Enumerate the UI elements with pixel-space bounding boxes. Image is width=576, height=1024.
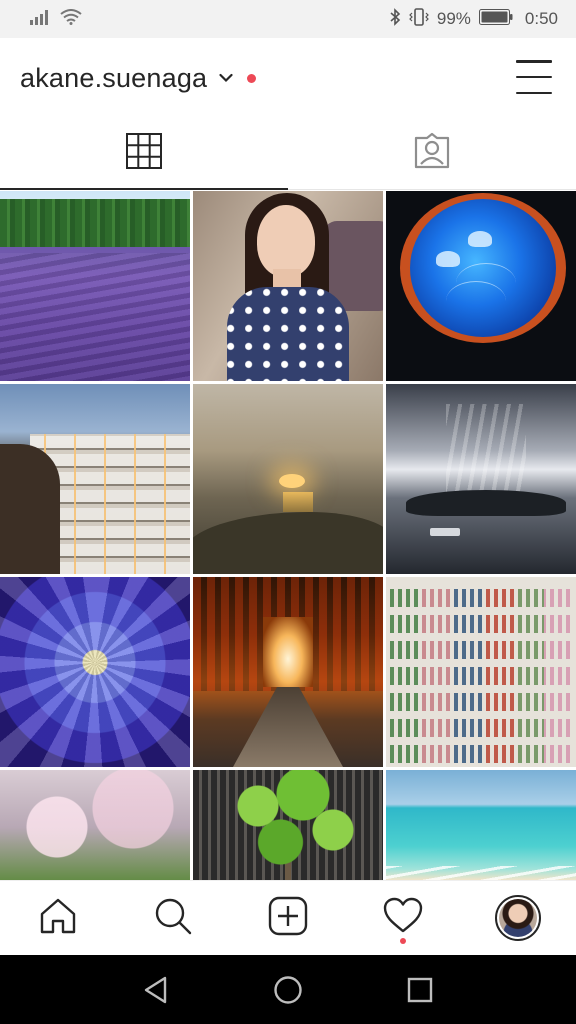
photo-clouds-island[interactable] xyxy=(386,384,576,574)
activity-heart-icon xyxy=(383,897,423,940)
tagged-person-icon xyxy=(413,132,451,175)
photo-sunset-sea[interactable] xyxy=(193,384,383,574)
battery-percent: 99% xyxy=(436,9,471,28)
clock: 0:50 xyxy=(524,9,558,28)
profile-header: akane.suenaga xyxy=(0,38,576,118)
system-nav-bar xyxy=(0,955,576,1024)
chevron-down-icon[interactable] xyxy=(219,73,233,83)
nav-profile[interactable] xyxy=(488,888,548,948)
nav-home[interactable] xyxy=(28,888,88,948)
photo-santorini-village[interactable] xyxy=(0,384,190,574)
photo-jellyfish-aquarium[interactable] xyxy=(386,191,576,381)
bottom-nav xyxy=(0,880,576,955)
signal-icon xyxy=(30,9,52,30)
activity-notification-dot xyxy=(400,938,407,944)
tab-grid[interactable] xyxy=(0,118,288,190)
photo-photo-wall[interactable] xyxy=(386,577,576,767)
nav-add-post[interactable] xyxy=(258,888,318,948)
photo-beach[interactable] xyxy=(386,770,576,880)
profile-tabs xyxy=(0,118,576,190)
photo-torii-gates[interactable] xyxy=(193,577,383,767)
photo-cherry-tree[interactable] xyxy=(0,770,190,880)
add-post-icon xyxy=(268,896,308,941)
nav-activity[interactable] xyxy=(373,888,433,948)
profile-avatar xyxy=(495,895,542,941)
grid-icon xyxy=(126,133,162,174)
nav-search[interactable] xyxy=(143,888,203,948)
username[interactable]: akane.suenaga xyxy=(20,63,207,94)
search-icon xyxy=(153,896,193,941)
vibrate-icon xyxy=(409,7,429,31)
photo-maple-wall[interactable] xyxy=(193,770,383,880)
home-icon xyxy=(38,896,78,941)
photo-blue-flower[interactable] xyxy=(0,577,190,767)
photo-portrait[interactable] xyxy=(193,191,383,381)
battery-icon xyxy=(478,8,513,30)
wifi-icon xyxy=(60,8,82,30)
tab-tagged[interactable] xyxy=(288,118,576,189)
menu-icon[interactable] xyxy=(516,60,552,94)
notification-dot xyxy=(247,73,257,83)
recents-icon[interactable] xyxy=(400,970,440,1010)
home-circle-icon[interactable] xyxy=(268,970,308,1010)
bluetooth-icon xyxy=(389,7,401,31)
photo-lavender-field[interactable] xyxy=(0,191,190,381)
back-icon[interactable] xyxy=(136,970,176,1010)
photo-grid xyxy=(0,191,576,880)
status-bar: 99% 0:50 xyxy=(0,0,576,38)
